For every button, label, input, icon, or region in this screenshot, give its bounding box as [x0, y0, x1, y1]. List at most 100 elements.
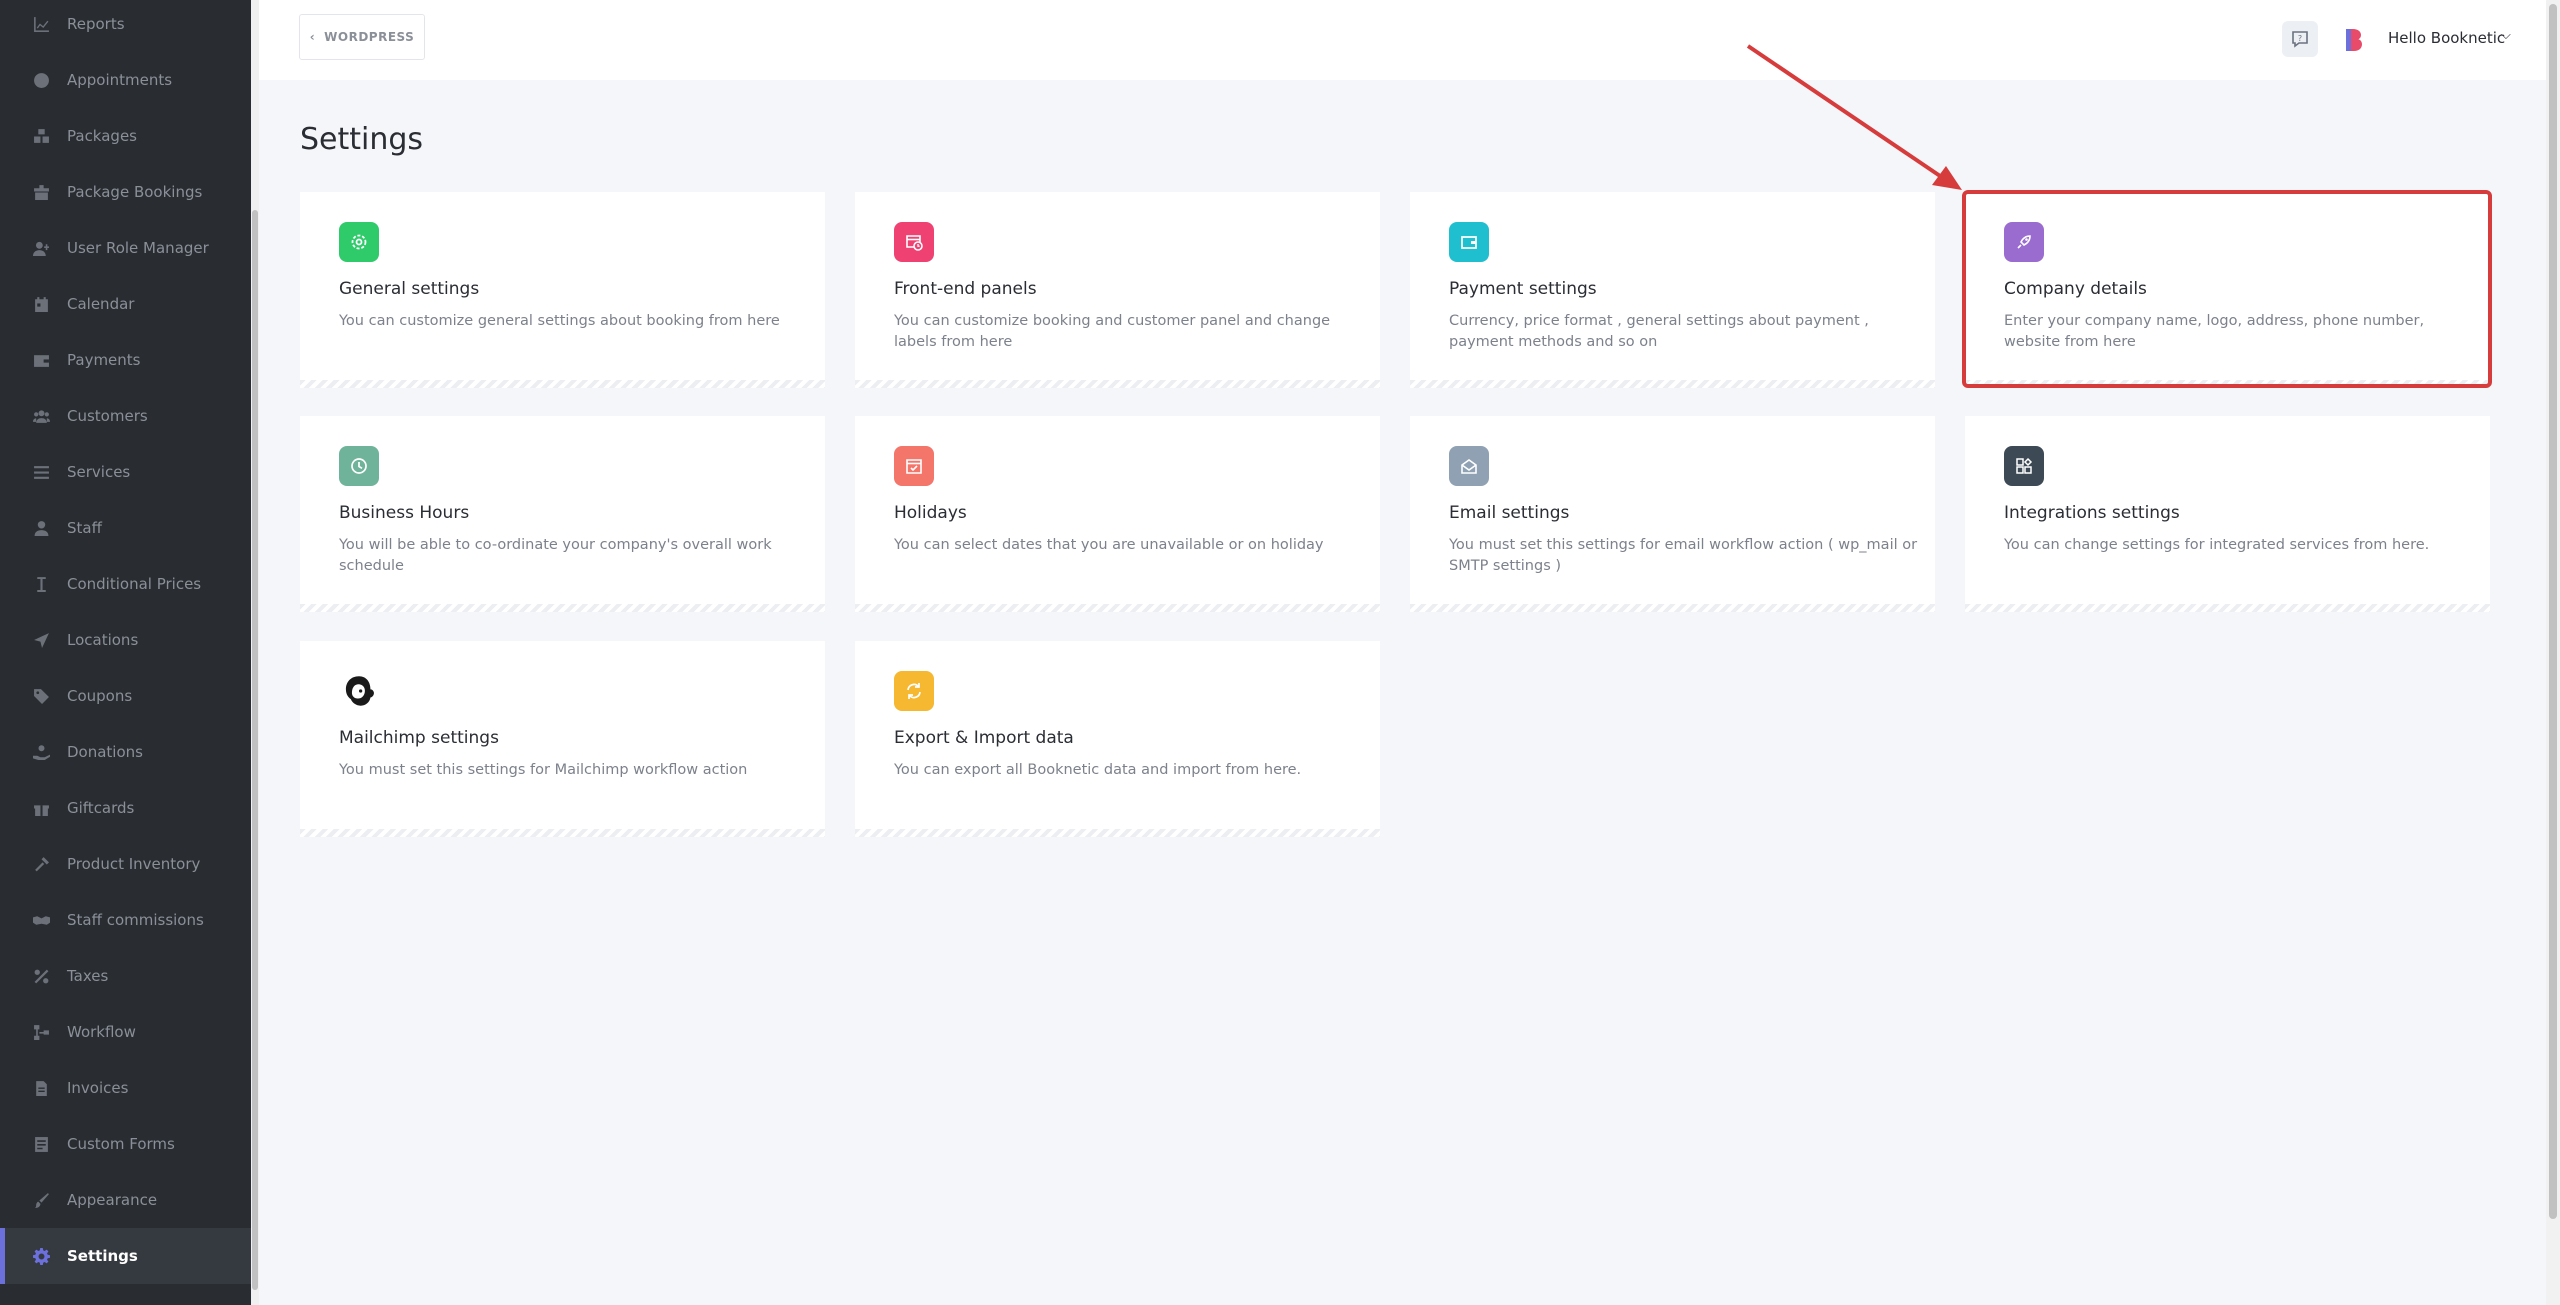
sidebar-item-services[interactable]: Services: [0, 444, 251, 500]
sidebar-item-label: User Role Manager: [67, 239, 209, 257]
sidebar-scrollbar[interactable]: [251, 0, 259, 1305]
tags-icon: [31, 686, 51, 706]
sidebar-item-payments[interactable]: Payments: [0, 332, 251, 388]
percent-icon: [31, 966, 51, 986]
card-title: Payment settings: [1449, 279, 1597, 299]
boxes-icon: [31, 126, 51, 146]
page-title: Settings: [300, 122, 424, 157]
sidebar-item-settings[interactable]: Settings: [0, 1228, 251, 1284]
sidebar-item-label: Product Inventory: [67, 855, 201, 873]
sidebar-item-label: Packages: [67, 127, 137, 145]
gear-icon: [31, 1246, 51, 1266]
sidebar-item-donations[interactable]: Donations: [0, 724, 251, 780]
card-description: You will be able to co-ordinate your com…: [339, 537, 772, 574]
card-description: You can customize general settings about…: [339, 313, 780, 329]
chevron-down-icon[interactable]: ⌵: [2501, 28, 2511, 43]
mailchimp-icon: [339, 671, 379, 711]
sync-icon: [894, 671, 934, 711]
sidebar-item-label: Services: [67, 463, 131, 481]
text-cursor-icon: [31, 574, 51, 594]
chart-icon: [31, 14, 51, 34]
card-title: Mailchimp settings: [339, 728, 499, 748]
sidebar-item-taxes[interactable]: Taxes: [0, 948, 251, 1004]
users-icon: [31, 406, 51, 426]
sidebar-item-coupons[interactable]: Coupons: [0, 668, 251, 724]
card-mailchimp-settings[interactable]: Mailchimp settings You must set this set…: [300, 641, 825, 837]
card-title: Email settings: [1449, 503, 1570, 523]
sidebar-item-staff-commissions[interactable]: Staff commissions: [0, 892, 251, 948]
user-role-icon: [31, 238, 51, 258]
tools-icon: [31, 854, 51, 874]
sidebar-item-locations[interactable]: Locations: [0, 612, 251, 668]
wordpress-back-label: WORDPRESS: [324, 30, 415, 44]
sidebar-item-customers[interactable]: Customers: [0, 388, 251, 444]
calendar-icon: [31, 294, 51, 314]
chevron-left-icon: ‹: [309, 30, 316, 44]
gift-icon: [31, 798, 51, 818]
sidebar-item-label: Locations: [67, 631, 139, 649]
brush-icon: [31, 1190, 51, 1210]
form-icon: [31, 1134, 51, 1154]
sidebar-item-user-role-manager[interactable]: User Role Manager: [0, 220, 251, 276]
clock-icon: [31, 70, 51, 90]
sidebar-item-reports[interactable]: Reports: [0, 0, 251, 52]
page-scrollbar-thumb[interactable]: [2549, 4, 2557, 1219]
sidebar-item-calendar[interactable]: Calendar: [0, 276, 251, 332]
card-holidays[interactable]: Holidays You can select dates that you a…: [855, 416, 1380, 612]
question-chat-icon: ?: [2292, 31, 2308, 48]
sidebar-item-label: Payments: [67, 351, 141, 369]
card-integrations-settings[interactable]: Integrations settings You can change set…: [1965, 416, 2490, 612]
wordpress-back-button[interactable]: ‹ WORDPRESS: [299, 14, 425, 60]
list-icon: [31, 462, 51, 482]
card-description: You can change settings for integrated s…: [2004, 537, 2430, 553]
wallet-icon: [31, 350, 51, 370]
sidebar-item-conditional-prices[interactable]: Conditional Prices: [0, 556, 251, 612]
sidebar-item-staff[interactable]: Staff: [0, 500, 251, 556]
hand-holding-icon: [31, 742, 51, 762]
sidebar-item-package-bookings[interactable]: Package Bookings: [0, 164, 251, 220]
card-front-end-panels[interactable]: Front-end panels You can customize booki…: [855, 192, 1380, 388]
sidebar-item-workflow[interactable]: Workflow: [0, 1004, 251, 1060]
booknetic-logo: [2346, 29, 2362, 51]
sidebar-scrollbar-thumb[interactable]: [252, 210, 258, 1290]
card-business-hours[interactable]: Business Hours You will be able to co-or…: [300, 416, 825, 612]
sidebar-item-product-inventory[interactable]: Product Inventory: [0, 836, 251, 892]
sidebar-item-label: Custom Forms: [67, 1135, 175, 1153]
highlight-box: [1962, 190, 2492, 388]
card-title: Business Hours: [339, 503, 470, 523]
card-title: Export & Import data: [894, 728, 1074, 748]
help-button[interactable]: ?: [2282, 21, 2318, 57]
sidebar-item-packages[interactable]: Packages: [0, 108, 251, 164]
calendar-clock-icon: [894, 222, 934, 262]
card-description: You can customize booking and customer p…: [894, 313, 1331, 350]
card-email-settings[interactable]: Email settings You must set this setting…: [1410, 416, 1935, 612]
calendar-check-icon: [894, 446, 934, 486]
card-export-import-data[interactable]: Export & Import data You can export all …: [855, 641, 1380, 837]
card-description: You must set this settings for email wor…: [1449, 537, 1918, 574]
sidebar-item-label: Conditional Prices: [67, 575, 202, 593]
card-title: Holidays: [894, 503, 967, 523]
card-title: Front-end panels: [894, 279, 1037, 299]
user-icon: [31, 518, 51, 538]
location-arrow-icon: [31, 630, 51, 650]
card-description: You can select dates that you are unavai…: [894, 537, 1324, 553]
sidebar-item-label: Package Bookings: [67, 183, 203, 201]
sidebar-item-label: Taxes: [67, 967, 109, 985]
sidebar-item-appointments[interactable]: Appointments: [0, 52, 251, 108]
envelope-open-icon: [1449, 446, 1489, 486]
page-scrollbar[interactable]: [2546, 0, 2560, 1305]
sidebar-item-label: Calendar: [67, 295, 135, 313]
sidebar-item-appearance[interactable]: Appearance: [0, 1172, 251, 1228]
sidebar-item-invoices[interactable]: Invoices: [0, 1060, 251, 1116]
user-menu-label[interactable]: Hello Booknetic: [2388, 29, 2505, 47]
sidebar-item-custom-forms[interactable]: Custom Forms: [0, 1116, 251, 1172]
svg-text:?: ?: [2298, 34, 2302, 43]
sidebar-item-giftcards[interactable]: Giftcards: [0, 780, 251, 836]
clock-icon: [339, 446, 379, 486]
sidebar-item-label: Settings: [67, 1247, 138, 1265]
card-general-settings[interactable]: General settings You can customize gener…: [300, 192, 825, 388]
sidebar-item-label: Appearance: [67, 1191, 158, 1209]
sidebar-item-label: Appointments: [67, 71, 173, 89]
sidebar-item-label: Coupons: [67, 687, 133, 705]
card-payment-settings[interactable]: Payment settings Currency, price format …: [1410, 192, 1935, 388]
